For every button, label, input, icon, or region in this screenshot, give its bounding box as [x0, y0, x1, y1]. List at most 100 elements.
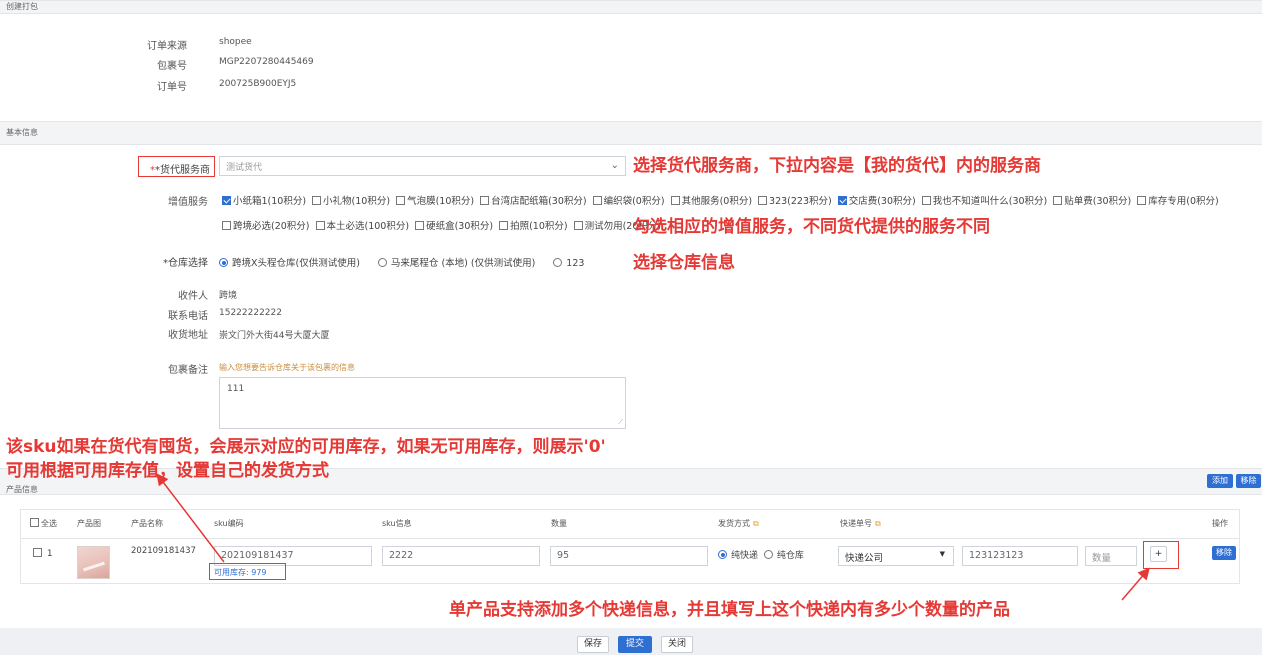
remark-textarea[interactable]: 111 ⟋: [219, 377, 626, 429]
ship-method-header: 发货方式 ⧉: [718, 518, 759, 529]
value-added-option[interactable]: 库存专用(0积分): [1137, 196, 1219, 207]
value-added-option[interactable]: 跨境必选(20积分): [222, 221, 310, 232]
warehouse-option[interactable]: 马来尾程仓 (本地) (仅供测试使用): [377, 258, 535, 269]
add-tracking-button[interactable]: +: [1150, 546, 1167, 562]
value-added-option[interactable]: 323(223积分): [758, 196, 832, 207]
value-added-checkbox[interactable]: [415, 221, 425, 230]
value-added-option[interactable]: 小纸箱1(10积分): [222, 196, 306, 207]
value-added-checkbox[interactable]: [592, 196, 602, 205]
value-added-checkbox[interactable]: [1137, 196, 1147, 205]
product-info-title: 产品信息: [6, 485, 38, 494]
remove-row-button[interactable]: 移除: [1212, 546, 1236, 560]
ship-method-header-label: 发货方式: [718, 519, 750, 528]
external-link-icon[interactable]: ⧉: [753, 519, 759, 528]
value-added-option[interactable]: 硬纸盒(30积分): [415, 221, 493, 232]
value-added-option-label: 硬纸盒(30积分): [426, 221, 494, 232]
value-added-option[interactable]: 台湾店配纸箱(30积分): [480, 196, 587, 207]
value-added-checkbox[interactable]: [837, 196, 847, 205]
warehouse-radio[interactable]: [377, 258, 387, 267]
package-no-label: 包裹号: [157, 61, 187, 72]
name-header: 产品名称: [131, 519, 163, 528]
value-added-option[interactable]: 小礼物(10积分): [312, 196, 390, 207]
value-added-option[interactable]: 拍照(10积分): [499, 221, 568, 232]
value-added-option-label: 编织袋(0积分): [603, 196, 665, 207]
value-added-option[interactable]: 其他服务(0积分): [670, 196, 753, 207]
external-link-icon[interactable]: ⧉: [875, 519, 881, 528]
value-added-checkbox[interactable]: [222, 221, 231, 230]
caret-down-icon: ▼: [939, 550, 945, 558]
warehouse-option[interactable]: 跨境X头程仓库(仅供测试使用): [219, 258, 360, 269]
row-checkbox[interactable]: [33, 548, 42, 557]
product-thumbnail: [77, 546, 110, 579]
package-no-value: MGP2207280445469: [219, 57, 314, 67]
remark-textarea-value: 111: [227, 384, 245, 394]
select-all-checkbox[interactable]: [30, 518, 39, 527]
value-added-option-label: 气泡膜(10积分): [407, 196, 475, 207]
resize-handle-icon[interactable]: ⟋: [618, 418, 623, 427]
order-source-value: shopee: [219, 37, 252, 47]
tracking-no-input[interactable]: 123123123: [962, 546, 1078, 566]
address-label: 收货地址: [168, 330, 208, 341]
forwarder-select[interactable]: 测试货代 ⌄: [219, 156, 626, 176]
courier-select-value: 快递公司: [845, 553, 884, 564]
remove-product-button[interactable]: 移除: [1236, 474, 1261, 488]
annotation-stock-line1: 该sku如果在货代有囤货，会展示对应的可用库存，如果无可用库存，则展示'0': [6, 437, 606, 457]
value-added-checkbox[interactable]: [480, 196, 490, 205]
value-added-checkbox[interactable]: [315, 221, 325, 230]
value-added-checkbox[interactable]: [499, 221, 509, 230]
value-added-option-label: 本土必选(100积分): [326, 221, 410, 232]
value-added-option-label: 小礼物(10积分): [323, 196, 391, 207]
value-added-checkbox[interactable]: [312, 196, 322, 205]
value-added-option-label: 交店费(30积分): [848, 196, 916, 207]
recipient-value: 跨境: [219, 291, 238, 301]
value-added-row-2: 跨境必选(20积分) 本土必选(100积分) 硬纸盒(30积分) 拍照(10积分) 测试…: [222, 218, 667, 232]
tracking-qty-input[interactable]: 数量: [1085, 546, 1137, 566]
phone-value: 15222222222: [219, 308, 282, 318]
value-added-option-label: 拍照(10积分): [510, 221, 568, 232]
value-added-checkbox[interactable]: [1053, 196, 1063, 205]
value-added-checkbox[interactable]: [758, 196, 768, 205]
courier-select[interactable]: 快递公司 ▼: [838, 546, 954, 566]
value-added-option[interactable]: 气泡膜(10积分): [396, 196, 474, 207]
value-added-checkbox[interactable]: [222, 196, 231, 205]
value-added-checkbox[interactable]: [921, 196, 931, 205]
value-added-option-label: 其他服务(0积分): [681, 196, 753, 207]
image-header: 产品图: [77, 519, 101, 528]
action-header: 操作: [1212, 519, 1228, 528]
recipient-label: 收件人: [178, 291, 208, 302]
ship-warehouse-radio[interactable]: [763, 550, 773, 559]
sku-info-input[interactable]: 2222: [382, 546, 540, 566]
row-index: 1: [46, 549, 53, 559]
create-package-header: 创建打包: [0, 0, 1262, 14]
value-added-option-label: 库存专用(0积分): [1148, 196, 1219, 207]
qty-input[interactable]: 95: [550, 546, 708, 566]
warehouse-radio[interactable]: [553, 258, 563, 267]
value-added-checkbox[interactable]: [396, 196, 406, 205]
save-button[interactable]: 保存: [577, 636, 609, 653]
warehouse-option[interactable]: 123: [553, 258, 584, 269]
value-added-option[interactable]: 交店费(30积分): [837, 196, 916, 207]
order-source-label: 订单来源: [147, 41, 187, 52]
warehouse-options: 跨境X头程仓库(仅供测试使用) 马来尾程仓 (本地) (仅供测试使用) 123: [219, 255, 602, 269]
value-added-option[interactable]: 编织袋(0积分): [592, 196, 665, 207]
ship-express-label: 纯快递: [731, 551, 759, 561]
warehouse-option-label: 跨境X头程仓库(仅供测试使用): [232, 258, 360, 269]
forwarder-label: **货代服务商: [150, 165, 210, 176]
value-added-option-label: 跨境必选(20积分): [233, 221, 310, 232]
value-added-option[interactable]: 本土必选(100积分): [315, 221, 410, 232]
qty-header: 数量: [551, 519, 567, 528]
close-button[interactable]: 关闭: [661, 636, 693, 653]
warehouse-radio[interactable]: [219, 258, 228, 267]
value-added-option-label: 小纸箱1(10积分): [233, 196, 307, 207]
value-added-option[interactable]: 我也不知道叫什么(30积分): [921, 196, 1047, 207]
add-product-button[interactable]: 添加: [1207, 474, 1233, 488]
submit-button[interactable]: 提交: [618, 636, 652, 653]
value-added-option[interactable]: 贴单费(30积分): [1053, 196, 1131, 207]
ship-warehouse-label: 纯仓库: [776, 551, 804, 561]
value-added-option-label: 台湾店配纸箱(30积分): [491, 196, 587, 207]
product-name: 202109181437: [131, 546, 196, 556]
ship-express-radio[interactable]: [718, 550, 727, 559]
value-added-checkbox[interactable]: [573, 221, 583, 230]
available-stock: 可用库存: 979: [214, 568, 267, 577]
value-added-checkbox[interactable]: [670, 196, 680, 205]
